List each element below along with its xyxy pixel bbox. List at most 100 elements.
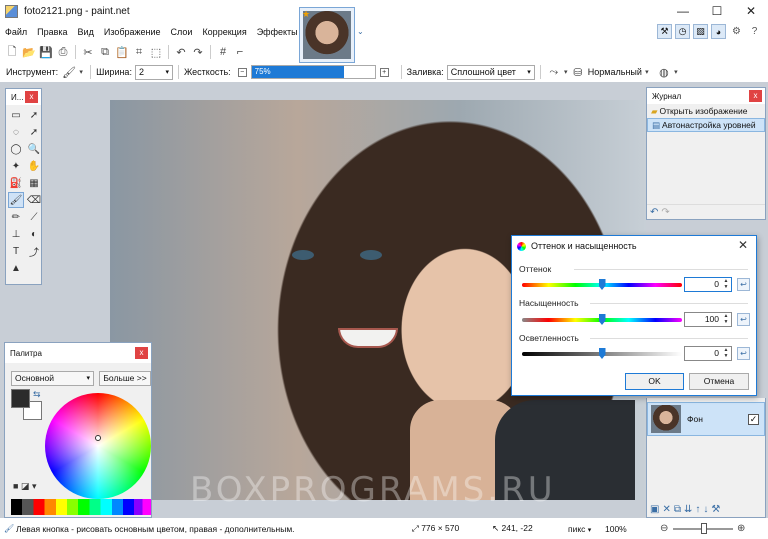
primary-color-swatch[interactable] bbox=[11, 389, 30, 408]
layers-toggle-icon[interactable]: ▧ bbox=[693, 24, 708, 39]
chevron-down-icon[interactable]: ▾ bbox=[77, 64, 85, 80]
blend-mode-value[interactable]: Нормальный bbox=[588, 67, 642, 77]
menu-image[interactable]: Изображение bbox=[99, 27, 166, 37]
shapes-icon[interactable]: ▲ bbox=[8, 260, 24, 276]
hue-slider-thumb[interactable] bbox=[598, 279, 606, 290]
minus-icon[interactable]: − bbox=[237, 67, 247, 77]
antialiasing-icon[interactable]: ⤳ bbox=[546, 64, 562, 80]
move-down-icon[interactable]: ↓ bbox=[703, 504, 708, 515]
merge-layer-icon[interactable]: ⇊ bbox=[684, 504, 692, 515]
image-tab-thumbnail[interactable]: ★ bbox=[299, 7, 355, 63]
text-icon[interactable]: T bbox=[8, 243, 24, 259]
pencil-icon[interactable]: ✏ bbox=[8, 209, 24, 225]
swap-colors-icon[interactable]: ⇆ bbox=[33, 389, 41, 400]
color-picker-icon[interactable]: ⟋ bbox=[26, 209, 42, 225]
lightness-slider-thumb[interactable] bbox=[598, 348, 606, 359]
recolor-icon[interactable]: ◐ bbox=[26, 226, 42, 242]
duplicate-layer-icon[interactable]: ⧉ bbox=[674, 504, 681, 515]
spin-arrows-icon[interactable]: ▲ ▼ bbox=[722, 347, 730, 359]
menu-edit[interactable]: Правка bbox=[32, 27, 72, 37]
color-target-combo[interactable]: Основной ▾ bbox=[11, 371, 94, 386]
menu-adjustments[interactable]: Коррекция bbox=[197, 27, 251, 37]
reset-saturation-icon[interactable]: ↩ bbox=[737, 313, 750, 326]
close-icon[interactable]: x bbox=[135, 347, 148, 359]
menu-effects[interactable]: Эффекты bbox=[252, 27, 303, 37]
reset-hue-icon[interactable]: ↩ bbox=[737, 278, 750, 291]
saturation-spinbox[interactable]: 100 ▲ ▼ bbox=[684, 312, 732, 327]
color-wheel-marker[interactable] bbox=[95, 435, 101, 441]
history-item[interactable]: ▰ Открыть изображение bbox=[647, 104, 765, 118]
more-button[interactable]: Больше >> bbox=[99, 371, 151, 386]
rulers-icon[interactable]: ⌐ bbox=[232, 44, 248, 60]
zoom-out-icon[interactable]: ⊖ bbox=[660, 523, 668, 534]
palette-tools-icon[interactable]: ■ ◪ ▾ bbox=[13, 481, 36, 492]
chevron-down-icon[interactable]: ▾ bbox=[642, 64, 652, 80]
plus-icon[interactable]: + bbox=[379, 67, 389, 77]
zoom-in-icon[interactable]: ⊕ bbox=[737, 523, 745, 534]
redo-icon[interactable]: ↷ bbox=[661, 207, 669, 218]
spin-arrows-icon[interactable]: ▲ ▼ bbox=[722, 278, 730, 290]
lightness-spinbox[interactable]: 0 ▲ ▼ bbox=[684, 346, 732, 361]
saturation-slider-thumb[interactable] bbox=[598, 314, 606, 325]
tools-toggle-icon[interactable]: ⚒ bbox=[657, 24, 672, 39]
move-up-icon[interactable]: ↑ bbox=[695, 504, 700, 515]
move-selected-icon[interactable]: ➚ bbox=[26, 124, 42, 140]
gear-icon[interactable]: ⚙ bbox=[729, 24, 744, 39]
lasso-select-icon[interactable]: ◌ bbox=[8, 124, 24, 140]
history-panel-header[interactable]: Журнал x bbox=[647, 88, 765, 104]
layer-visibility-checkbox[interactable]: ✓ bbox=[748, 413, 759, 425]
move-selection-icon[interactable]: ➚ bbox=[26, 107, 42, 123]
line-curve-icon[interactable]: ⤴ bbox=[26, 243, 42, 259]
zoom-slider-thumb[interactable] bbox=[701, 523, 707, 534]
print-icon[interactable]: ⎙ bbox=[55, 44, 71, 60]
save-icon[interactable]: 💾 bbox=[38, 44, 54, 60]
rectangle-select-icon[interactable]: ▭ bbox=[8, 107, 24, 123]
close-icon[interactable]: ✕ bbox=[738, 238, 748, 252]
crop-icon[interactable]: ⌗ bbox=[131, 44, 147, 60]
ellipse-select-icon[interactable]: ◯ bbox=[8, 141, 24, 157]
cancel-button[interactable]: Отмена bbox=[689, 373, 749, 390]
spin-arrows-icon[interactable]: ▲ ▼ bbox=[722, 313, 730, 325]
eraser-icon[interactable]: ⌫ bbox=[26, 192, 42, 208]
colors-panel-header[interactable]: Палитра x bbox=[5, 343, 151, 363]
menu-view[interactable]: Вид bbox=[73, 27, 99, 37]
undo-icon[interactable]: ↶ bbox=[173, 44, 189, 60]
magic-wand-icon[interactable]: ✦ bbox=[8, 158, 24, 174]
blend-mode-icon[interactable]: ⛁ bbox=[570, 64, 586, 80]
chevron-down-icon[interactable]: ⌄ bbox=[357, 27, 364, 36]
history-toggle-icon[interactable]: ◷ bbox=[675, 24, 690, 39]
gradient-icon[interactable]: ▦ bbox=[26, 175, 42, 191]
copy-icon[interactable]: ⧉ bbox=[97, 44, 113, 60]
ok-button[interactable]: OK bbox=[625, 373, 684, 390]
chevron-down-icon[interactable]: ▾ bbox=[562, 64, 570, 80]
redo-icon[interactable]: ↷ bbox=[190, 44, 206, 60]
brush-width-combo[interactable]: 2 ▾ bbox=[134, 64, 173, 80]
dialog-header[interactable]: Оттенок и насыщенность ✕ bbox=[512, 236, 756, 256]
color-wheel[interactable] bbox=[45, 393, 151, 499]
add-layer-icon[interactable]: ▣ bbox=[650, 504, 659, 515]
new-file-icon[interactable]: 🗋 bbox=[4, 44, 20, 60]
deselect-icon[interactable]: ⬚ bbox=[148, 44, 164, 60]
layer-row[interactable]: Фон ✓ bbox=[647, 402, 765, 436]
close-icon[interactable]: x bbox=[25, 91, 38, 103]
close-button[interactable]: ✕ bbox=[734, 0, 768, 22]
delete-layer-icon[interactable]: ✕ bbox=[662, 504, 670, 515]
layer-properties-icon[interactable]: ⚒ bbox=[711, 504, 720, 515]
palette-swatches[interactable] bbox=[11, 499, 151, 515]
paintbrush-icon[interactable]: 🖌 bbox=[8, 192, 24, 208]
clone-stamp-icon[interactable]: ⊥ bbox=[8, 226, 24, 242]
minimize-button[interactable]: — bbox=[666, 0, 700, 22]
undo-icon[interactable]: ↶ bbox=[650, 207, 658, 218]
paste-icon[interactable]: 📋 bbox=[114, 44, 130, 60]
tools-panel-header[interactable]: И... x bbox=[6, 89, 41, 105]
paintbrush-icon[interactable]: 🖌 bbox=[61, 64, 77, 80]
hue-spinbox[interactable]: 0 ▲ ▼ bbox=[684, 277, 732, 292]
close-icon[interactable]: x bbox=[749, 90, 762, 102]
history-item-selected[interactable]: ▤ Автонастройка уровней bbox=[647, 118, 765, 132]
zoom-icon[interactable]: 🔍 bbox=[26, 141, 42, 157]
chevron-down-icon[interactable]: ▾ bbox=[672, 64, 680, 80]
maximize-button[interactable]: ☐ bbox=[700, 0, 734, 22]
alpha-icon[interactable]: ◍ bbox=[656, 64, 672, 80]
help-icon[interactable]: ? bbox=[747, 24, 762, 39]
menu-file[interactable]: Файл bbox=[0, 27, 32, 37]
